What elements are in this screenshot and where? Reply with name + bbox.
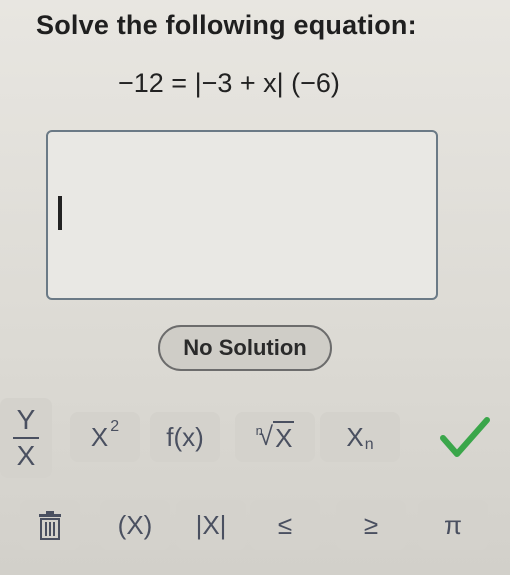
subscript-key[interactable]: Xn <box>320 412 400 462</box>
fraction-numerator: Y <box>16 404 36 435</box>
parentheses-key[interactable]: (X) <box>100 500 170 550</box>
no-solution-button[interactable]: No Solution <box>158 325 332 371</box>
text-caret <box>58 196 62 230</box>
answer-input[interactable] <box>46 130 438 300</box>
nth-root-key[interactable]: n √ X <box>235 412 315 462</box>
root-expression: n √ X <box>256 420 295 454</box>
clear-button[interactable] <box>20 500 80 550</box>
exponent-base: X <box>90 421 109 452</box>
fraction-bar <box>13 437 39 439</box>
function-key[interactable]: f(x) <box>150 412 220 462</box>
fraction-denominator: X <box>16 440 36 471</box>
pi-key[interactable]: π <box>418 500 488 550</box>
fraction-key[interactable]: Y X <box>0 398 52 478</box>
subscript-base: X <box>346 421 364 452</box>
root-radicand: X <box>273 420 295 453</box>
radical-sign-icon: √ <box>258 420 274 451</box>
absolute-value-key[interactable]: |X| <box>176 500 246 550</box>
greater-than-or-equal-key[interactable]: ≥ <box>336 500 406 550</box>
question-prompt: Solve the following equation: <box>36 10 417 40</box>
less-than-or-equal-key[interactable]: ≤ <box>250 500 320 550</box>
exponent-key[interactable]: X2 <box>70 412 140 462</box>
exponent-power: 2 <box>110 418 120 435</box>
check-answer-button[interactable] <box>420 412 510 462</box>
trash-icon <box>39 511 61 540</box>
subscript-index: n <box>364 436 374 453</box>
equation: −12 = |−3 + x| (−6) <box>118 68 340 98</box>
check-icon <box>440 417 490 457</box>
